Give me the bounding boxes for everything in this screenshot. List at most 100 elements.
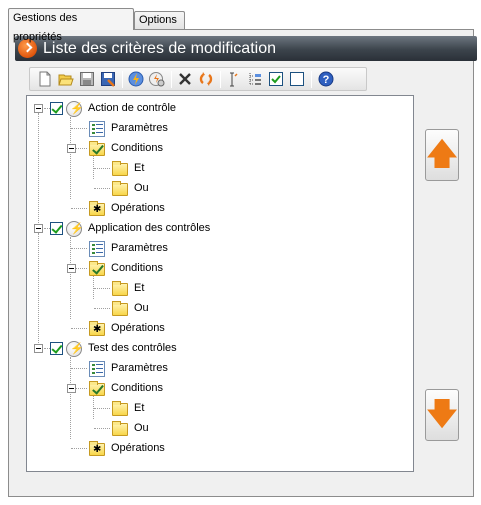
- save-icon[interactable]: [79, 71, 95, 87]
- delete-icon[interactable]: [177, 71, 193, 87]
- collapse-toggle[interactable]: [34, 104, 43, 113]
- tree-item-label: Et: [134, 162, 145, 174]
- group-checkbox[interactable]: [50, 342, 63, 355]
- svg-text:?: ?: [323, 74, 330, 86]
- tree-line: [94, 288, 110, 289]
- folder-icon: [112, 281, 128, 296]
- lightning-icon: [66, 341, 84, 357]
- move-down-button[interactable]: 🡇: [425, 389, 459, 441]
- tree-item-operations[interactable]: Opérations: [27, 199, 387, 219]
- collapse-toggle[interactable]: [67, 384, 76, 393]
- tree-item-parametres[interactable]: Paramètres: [27, 359, 387, 379]
- section-title: Liste des critères de modification: [43, 40, 276, 57]
- parameters-icon: [89, 121, 105, 137]
- tree-item-parametres[interactable]: Paramètres: [27, 239, 387, 259]
- tree-line: [94, 308, 110, 309]
- tree-item-label: Conditions: [111, 262, 163, 274]
- toolbar-separator: [171, 71, 172, 88]
- tree-item-et[interactable]: Et: [27, 399, 387, 419]
- arrow-down-icon: 🡇: [426, 397, 458, 432]
- tree-item-label: Paramètres: [111, 362, 168, 374]
- help-icon[interactable]: ?: [318, 71, 334, 87]
- tree-line: [71, 248, 87, 249]
- tree-item-label: Opérations: [111, 202, 165, 214]
- parameters-icon: [89, 361, 105, 377]
- tree-group-row[interactable]: Application des contrôles: [27, 219, 387, 239]
- collapse-toggle[interactable]: [34, 344, 43, 353]
- properties-window: Gestions des propriétés Options Liste de…: [0, 0, 481, 505]
- operations-folder-icon: [89, 441, 105, 456]
- tab-options[interactable]: Options: [134, 11, 185, 29]
- folder-icon: [112, 301, 128, 316]
- folder-icon: [112, 161, 128, 176]
- new-document-icon[interactable]: [37, 71, 53, 87]
- tree-item-label: Paramètres: [111, 242, 168, 254]
- group-checkbox[interactable]: [50, 102, 63, 115]
- lightning-action-icon[interactable]: [128, 71, 144, 87]
- tree-group-label: Application des contrôles: [88, 222, 211, 234]
- tab-panel: Liste des critères de modification ? ⚡ A…: [8, 29, 477, 497]
- tree-item-ou[interactable]: Ou: [27, 179, 387, 199]
- tree-item-label: Et: [134, 402, 145, 414]
- tree-item-ou[interactable]: Ou: [27, 419, 387, 439]
- tree-line: [94, 408, 110, 409]
- tree-item-operations[interactable]: Opérations: [27, 319, 387, 339]
- open-folder-icon[interactable]: [58, 71, 74, 87]
- tree-item-label: Opérations: [111, 322, 165, 334]
- insert-parameter-icon[interactable]: [226, 71, 242, 87]
- tree-item-label: Paramètres: [111, 122, 168, 134]
- tree-item-label: Opérations: [111, 442, 165, 454]
- tree-line: [71, 208, 87, 209]
- tree-item-et[interactable]: Et: [27, 159, 387, 179]
- tree-item-parametres[interactable]: Paramètres: [27, 119, 387, 139]
- lightning-icon: [66, 101, 84, 117]
- tree-line: [94, 168, 110, 169]
- collapse-toggle[interactable]: [67, 264, 76, 273]
- refresh-icon[interactable]: [198, 71, 214, 87]
- tree-line: [71, 128, 87, 129]
- folder-icon: [112, 181, 128, 196]
- tree-item-conditions[interactable]: Conditions: [27, 259, 387, 279]
- collapse-toggle[interactable]: [67, 144, 76, 153]
- criteria-tree[interactable]: Action de contrôle Paramètres Conditions Et…: [26, 95, 414, 472]
- move-up-button[interactable]: 🡅: [425, 129, 459, 181]
- tree-structure-icon[interactable]: [247, 71, 263, 87]
- operations-folder-icon: [89, 321, 105, 336]
- lightning-icon: [66, 221, 84, 237]
- arrow-up-icon: 🡅: [426, 137, 458, 172]
- tree-line: [71, 448, 87, 449]
- folder-icon: [112, 421, 128, 436]
- parameters-icon: [89, 241, 105, 257]
- uncheck-all-icon[interactable]: [289, 71, 305, 87]
- conditions-folder-icon: [89, 261, 105, 276]
- tree-line: [71, 328, 87, 329]
- check-all-icon[interactable]: [268, 71, 284, 87]
- collapse-toggle[interactable]: [34, 224, 43, 233]
- lightning-settings-icon[interactable]: [149, 71, 165, 87]
- tree-item-label: Ou: [134, 422, 149, 434]
- tree-group-row[interactable]: Test des contrôles: [27, 339, 387, 359]
- section-header: Liste des critères de modification: [15, 36, 477, 61]
- tree-item-label: Ou: [134, 302, 149, 314]
- toolbar: ?: [29, 67, 367, 91]
- tree-item-conditions[interactable]: Conditions: [27, 139, 387, 159]
- tab-strip: Gestions des propriétés Options: [8, 8, 474, 43]
- tree-group-label: Action de contrôle: [88, 102, 177, 114]
- save-as-icon[interactable]: [100, 71, 116, 87]
- tree-group-row[interactable]: Action de contrôle: [27, 99, 387, 119]
- tree-item-operations[interactable]: Opérations: [27, 439, 387, 459]
- conditions-folder-icon: [89, 381, 105, 396]
- operations-folder-icon: [89, 201, 105, 216]
- group-checkbox[interactable]: [50, 222, 63, 235]
- tree-group-label: Test des contrôles: [88, 342, 177, 354]
- tree-item-ou[interactable]: Ou: [27, 299, 387, 319]
- tab-gestions-proprietes[interactable]: Gestions des propriétés: [8, 8, 134, 43]
- tree-item-conditions[interactable]: Conditions: [27, 379, 387, 399]
- toolbar-separator: [220, 71, 221, 88]
- conditions-folder-icon: [89, 141, 105, 156]
- toolbar-separator: [311, 71, 312, 88]
- tree-item-label: Conditions: [111, 382, 163, 394]
- folder-icon: [112, 401, 128, 416]
- tree-item-label: Et: [134, 282, 145, 294]
- tree-item-et[interactable]: Et: [27, 279, 387, 299]
